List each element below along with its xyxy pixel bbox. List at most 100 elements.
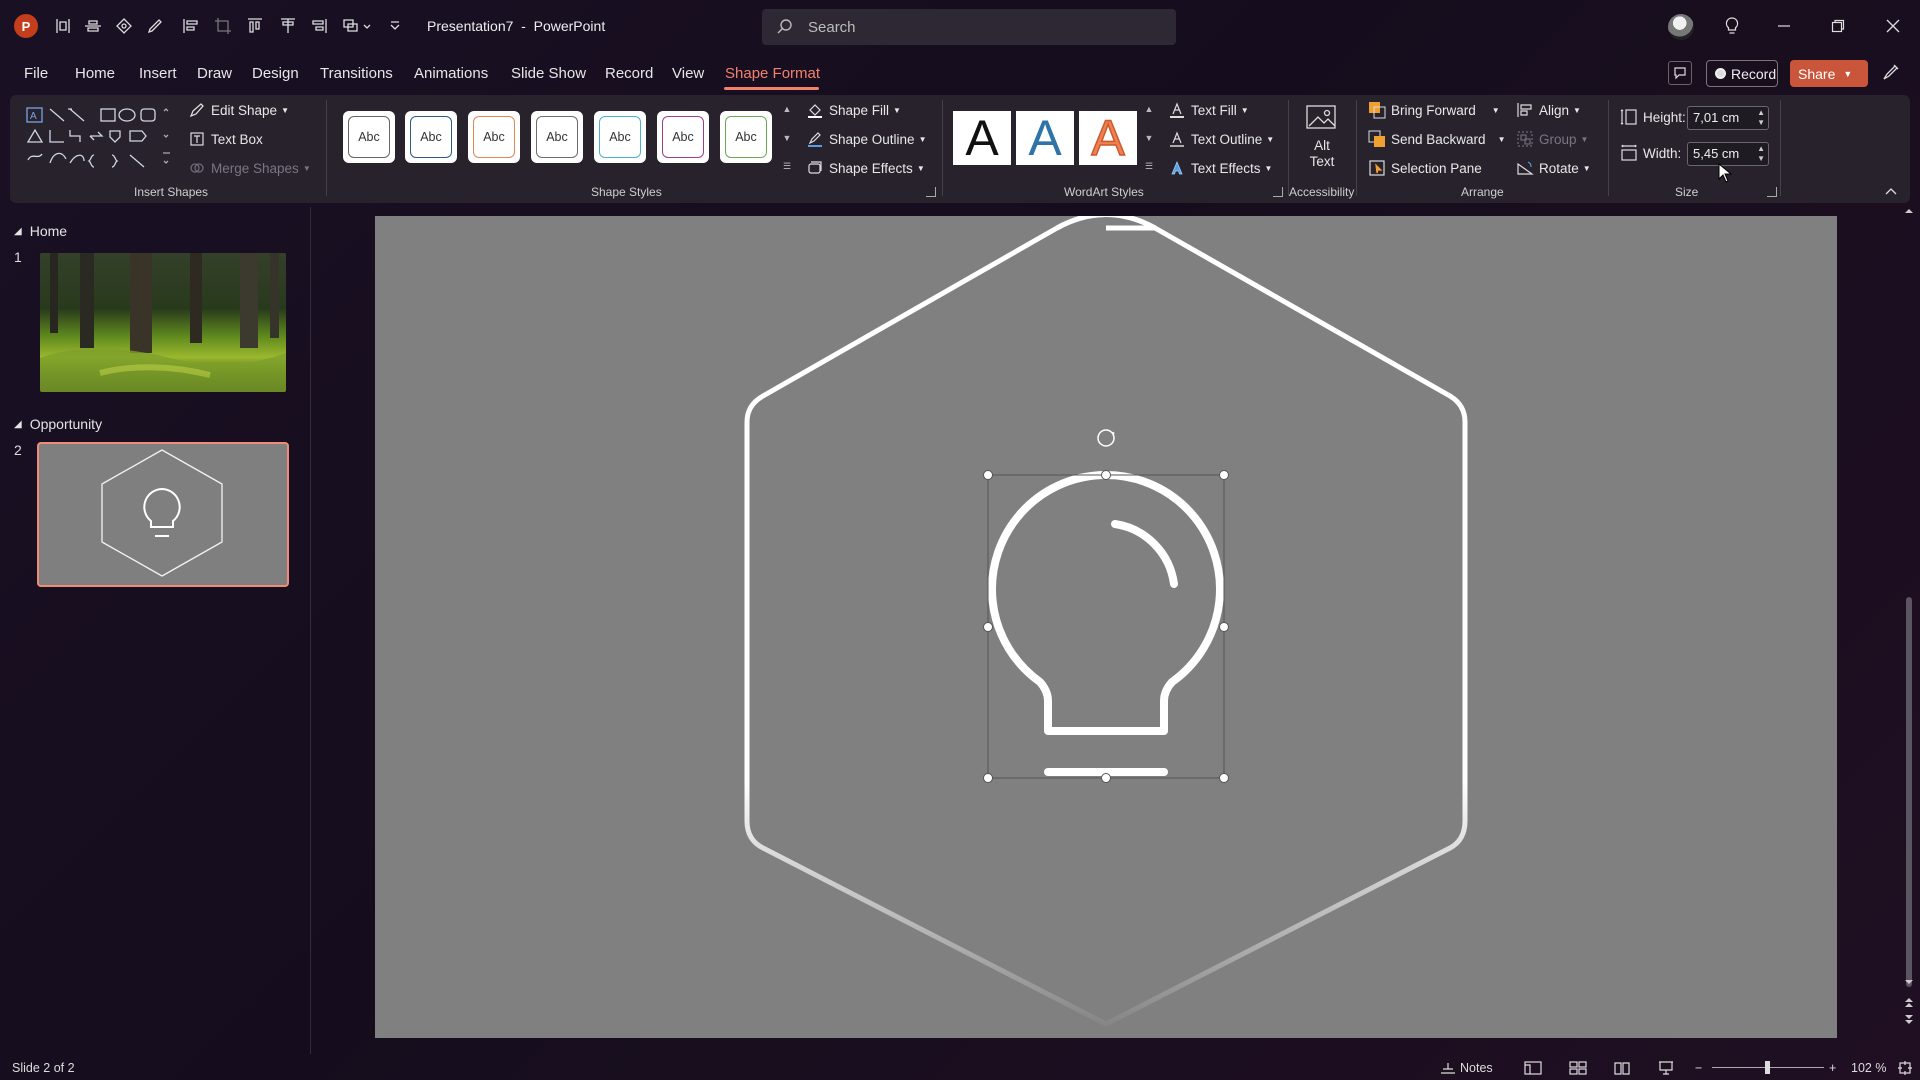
record-button[interactable]: Record [1706, 60, 1778, 87]
tab-design[interactable]: Design [252, 65, 299, 82]
group-label-arrange: Arrange [1461, 185, 1504, 199]
shape-fill-button[interactable]: Shape Fill ▼ [806, 101, 901, 119]
restore-icon[interactable] [1826, 14, 1850, 38]
chevron-down-icon: ▼ [281, 105, 289, 115]
send-backward-button[interactable]: Send Backward ▼ [1368, 130, 1505, 148]
width-label: Width: [1620, 144, 1681, 162]
comments-button[interactable] [1668, 61, 1692, 85]
qat-align-left-icon[interactable] [180, 15, 202, 37]
pane-divider[interactable] [310, 207, 311, 1054]
slideshow-view-icon[interactable] [1658, 1061, 1674, 1075]
wordart-preset-3[interactable]: A [1079, 109, 1137, 167]
zoom-level[interactable]: 102 % [1851, 1061, 1886, 1075]
spinner-icon[interactable]: ▲ ▼ [1757, 144, 1765, 164]
shape-style-preset-2[interactable]: Abc [405, 111, 457, 163]
copilot-icon[interactable] [1881, 62, 1901, 82]
paint-bucket-icon [806, 101, 824, 119]
slide-canvas[interactable] [375, 216, 1837, 1038]
qat-align-right-icon[interactable] [308, 15, 330, 37]
shape-effects-button[interactable]: Shape Effects ▼ [806, 159, 925, 177]
fit-to-window-icon[interactable] [1898, 1061, 1912, 1075]
qat-customize-icon[interactable] [384, 15, 406, 37]
shape-effects-label: Shape Effects [829, 160, 913, 176]
shape-outline-button[interactable]: Shape Outline ▼ [806, 130, 926, 148]
search-input[interactable]: Search [762, 9, 1176, 45]
more-icon: ☰ [1144, 161, 1154, 171]
wordart-preset-2[interactable]: A [1016, 110, 1074, 166]
tab-file[interactable]: File [24, 65, 48, 82]
bring-forward-button[interactable]: Bring Forward ▼ [1368, 101, 1500, 119]
selection-pane-button[interactable]: Selection Pane [1368, 159, 1482, 177]
text-effects-button[interactable]: Text Effects ▼ [1168, 159, 1272, 177]
ribbon-separator [1356, 100, 1357, 196]
chevron-down-icon: ▼ [893, 105, 901, 115]
merge-shapes-button[interactable]: Merge Shapes ▼ [188, 159, 311, 177]
shape-styles-dialog-launcher-icon[interactable] [926, 187, 936, 197]
text-fill-button[interactable]: Text Fill ▼ [1168, 101, 1249, 119]
text-outline-button[interactable]: Text Outline ▼ [1168, 130, 1274, 148]
normal-view-icon[interactable] [1524, 1061, 1542, 1075]
wordart-gallery-scroll[interactable]: ▲ ▼ ☰ [1142, 104, 1156, 172]
section-header-home[interactable]: ◢ Home [14, 223, 67, 239]
qat-distribute-icon[interactable] [52, 15, 74, 37]
tab-home[interactable]: Home [75, 65, 115, 82]
tab-transitions[interactable]: Transitions [320, 65, 393, 82]
shape-styles-gallery-scroll[interactable]: ▲ ▼ ☰ [780, 104, 794, 172]
qat-pen-icon[interactable] [144, 15, 166, 37]
minimize-icon[interactable] [1772, 14, 1796, 38]
close-icon[interactable] [1881, 14, 1905, 38]
share-button[interactable]: Share ▼ [1790, 60, 1868, 87]
reading-view-icon[interactable] [1614, 1061, 1630, 1075]
group-button[interactable]: Group ▼ [1516, 130, 1588, 148]
zoom-in-icon[interactable]: + [1829, 1061, 1836, 1075]
shape-style-preset-3[interactable]: Abc [468, 111, 520, 163]
align-button[interactable]: Align ▼ [1516, 101, 1581, 119]
tab-draw[interactable]: Draw [197, 65, 232, 82]
text-box-button[interactable]: Text Box [188, 130, 263, 148]
wordart-dialog-launcher-icon[interactable] [1273, 187, 1283, 197]
shape-style-preset-5[interactable]: Abc [594, 111, 646, 163]
shapes-gallery[interactable]: A [24, 105, 174, 173]
wordart-preset-1[interactable]: A [953, 110, 1011, 166]
status-bar [0, 1054, 1920, 1080]
slide-sorter-icon[interactable] [1569, 1061, 1587, 1075]
lightbulb-ideas-icon[interactable] [1720, 14, 1744, 38]
spinner-icon[interactable]: ▲ ▼ [1757, 108, 1765, 128]
rotate-button[interactable]: Rotate ▼ [1516, 159, 1591, 177]
shape-style-preset-1[interactable]: Abc [343, 111, 395, 163]
tab-record[interactable]: Record [605, 65, 653, 82]
size-dialog-launcher-icon[interactable] [1767, 187, 1777, 197]
slide-count-status: Slide 2 of 2 [12, 1061, 75, 1075]
zoom-slider-thumb[interactable] [1765, 1061, 1770, 1074]
vertical-scrollbar[interactable] [1903, 207, 1915, 1027]
collapse-ribbon-icon[interactable] [1884, 186, 1898, 196]
tab-insert[interactable]: Insert [139, 65, 177, 82]
qat-align-middle-icon[interactable] [82, 15, 104, 37]
edit-shape-button[interactable]: Edit Shape ▼ [188, 101, 289, 119]
tab-slide-show[interactable]: Slide Show [511, 65, 586, 82]
qat-crop-icon[interactable] [212, 15, 234, 37]
shape-style-preview: Abc [599, 116, 641, 158]
alt-text-button[interactable]: Alt Text [1302, 102, 1342, 176]
slide-thumbnail-1[interactable] [40, 253, 286, 392]
zoom-out-icon[interactable]: − [1695, 1061, 1702, 1075]
search-placeholder: Search [808, 19, 856, 36]
tab-shape-format[interactable]: Shape Format [725, 65, 820, 82]
hexagon-outline-shape [744, 216, 1468, 1027]
shape-style-preset-6[interactable]: Abc [657, 111, 709, 163]
slide-thumbnail-2[interactable] [37, 442, 289, 587]
qat-align-center-icon[interactable] [277, 15, 299, 37]
qat-align-top-icon[interactable] [244, 15, 266, 37]
shape-style-preset-7[interactable]: Abc [720, 111, 772, 163]
notes-button[interactable]: Notes [1440, 1061, 1493, 1075]
alt-text-label-line1: Alt [1314, 138, 1330, 153]
tab-view[interactable]: View [672, 65, 704, 82]
qat-shape-icon[interactable] [113, 15, 135, 37]
qat-group-dropdown-icon[interactable] [340, 15, 374, 37]
tab-animations[interactable]: Animations [414, 65, 488, 82]
document-title: Presentation7 - PowerPoint [427, 18, 606, 34]
section-header-opportunity[interactable]: ◢ Opportunity [14, 416, 102, 432]
height-input[interactable]: 7,01 cm ▲ ▼ [1687, 106, 1769, 130]
avatar[interactable] [1668, 14, 1694, 40]
shape-style-preset-4[interactable]: Abc [531, 111, 583, 163]
